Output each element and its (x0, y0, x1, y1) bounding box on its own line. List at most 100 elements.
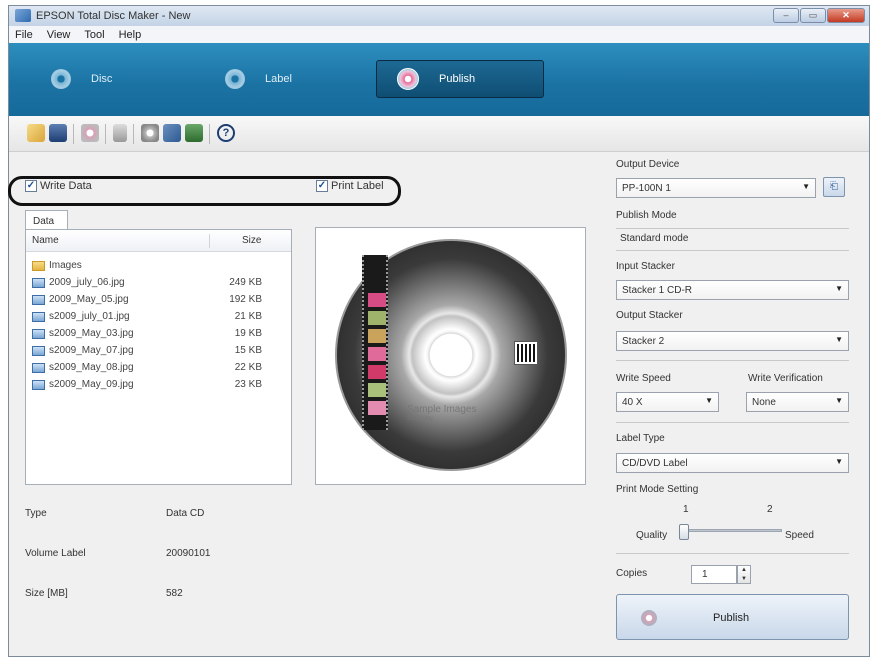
publish-disc-icon[interactable] (81, 124, 99, 142)
device-settings-icon[interactable]: ⎗ (823, 177, 845, 197)
image-file-icon (32, 346, 45, 356)
size-value: 582 (166, 588, 183, 599)
mode-label-button[interactable]: Label (205, 60, 365, 98)
write-speed-label: Write Speed (616, 373, 671, 384)
print-mode-label: Print Mode Setting (616, 484, 699, 495)
volume-label-value: 20090101 (166, 548, 211, 559)
copies-spinner[interactable]: ▲ ▼ (737, 565, 751, 584)
publish-mode-label: Publish Mode (616, 210, 677, 221)
file-size: 23 KB (234, 379, 262, 390)
image-file-icon (32, 295, 45, 305)
open-icon[interactable] (27, 124, 45, 142)
type-label: Type (25, 508, 47, 519)
app-icon (15, 9, 31, 22)
write-speed-select[interactable]: 40 X ▼ (616, 392, 719, 412)
output-device-select[interactable]: PP-100N 1 ▼ (616, 178, 816, 198)
output-stacker-value: Stacker 2 (622, 336, 665, 347)
file-size: 22 KB (234, 362, 262, 373)
size-label: Size [MB] (25, 588, 68, 599)
folder-row[interactable]: Images (32, 259, 287, 275)
minimize-button[interactable]: – (773, 8, 799, 23)
publish-button-label: Publish (713, 612, 750, 624)
disc-subtitle-text: 2009 May (407, 416, 434, 422)
output-device-label: Output Device (616, 159, 680, 170)
save-icon[interactable] (49, 124, 67, 142)
file-row[interactable]: 2009_May_05.jpg 192 KB (32, 293, 287, 309)
disc-status-icon[interactable] (141, 124, 159, 142)
file-row[interactable]: s2009_May_08.jpg 22 KB (32, 361, 287, 377)
output-device-value: PP-100N 1 (622, 183, 671, 194)
column-name[interactable]: Name (32, 235, 59, 246)
file-name: s2009_May_03.jpg (49, 328, 134, 339)
print-mode-tick-1: 1 (683, 504, 689, 515)
settings-tool-icon[interactable] (113, 124, 127, 142)
input-stacker-label: Input Stacker (616, 261, 675, 272)
menu-help[interactable]: Help (119, 29, 142, 41)
image-file-icon (32, 278, 45, 288)
close-button[interactable]: ✕ (827, 8, 865, 23)
output-stacker-select[interactable]: Stacker 2 ▼ (616, 331, 849, 351)
file-row[interactable]: s2009_May_07.jpg 15 KB (32, 344, 287, 360)
write-verification-select[interactable]: None ▼ (746, 392, 849, 412)
publish-icon (397, 68, 419, 90)
mode-disc-button[interactable]: Disc (31, 60, 191, 98)
printer-icon[interactable] (163, 124, 181, 142)
copies-input[interactable]: 1 (691, 565, 737, 584)
mode-bar: Disc Label Publish (9, 43, 869, 116)
image-file-icon (32, 312, 45, 322)
help-icon[interactable]: ? (217, 124, 235, 142)
menu-view[interactable]: View (47, 29, 71, 41)
write-data-checkbox[interactable]: ✓ (25, 180, 37, 192)
title-bar: EPSON Total Disc Maker - New – ▭ ✕ (9, 6, 869, 26)
print-mode-tick-2: 2 (767, 504, 773, 515)
write-speed-value: 40 X (622, 397, 643, 408)
image-file-icon (32, 329, 45, 339)
window-title: EPSON Total Disc Maker - New (36, 10, 191, 22)
print-mode-slider-thumb[interactable] (679, 524, 689, 540)
image-file-icon (32, 363, 45, 373)
folder-icon (32, 261, 45, 271)
file-name: s2009_May_08.jpg (49, 362, 134, 373)
filmstrip-image (362, 255, 388, 430)
file-name: 2009_july_06.jpg (49, 277, 125, 288)
column-size[interactable]: Size (242, 235, 261, 246)
label-icon (225, 69, 245, 89)
file-row[interactable]: s2009_july_01.jpg 21 KB (32, 310, 287, 326)
mode-publish-button[interactable]: Publish (376, 60, 544, 98)
label-type-value: CD/DVD Label (622, 458, 688, 469)
input-stacker-value: Stacker 1 CD-R (622, 285, 693, 296)
image-file-icon (32, 380, 45, 390)
input-stacker-select[interactable]: Stacker 1 CD-R ▼ (616, 280, 849, 300)
mode-publish-label: Publish (439, 73, 476, 85)
print-label-checkbox[interactable]: ✓ (316, 180, 328, 192)
menu-file[interactable]: File (15, 29, 33, 41)
file-size: 249 KB (229, 277, 262, 288)
speed-label: Speed (785, 530, 814, 541)
mode-disc-label: Disc (91, 73, 113, 85)
file-name: s2009_May_09.jpg (49, 379, 134, 390)
publish-button-icon (641, 610, 657, 626)
menu-tool[interactable]: Tool (84, 29, 104, 41)
print-label-label: Print Label (331, 180, 384, 192)
label-type-select[interactable]: CD/DVD Label ▼ (616, 453, 849, 473)
quality-label: Quality (636, 530, 668, 541)
file-row[interactable]: 2009_july_06.jpg 249 KB (32, 276, 287, 292)
write-verification-value: None (752, 397, 776, 408)
tab-data[interactable]: Data (25, 210, 68, 230)
file-list-header: Name Size (26, 230, 291, 252)
monitor-icon[interactable] (185, 124, 203, 142)
write-verification-label: Write Verification (748, 373, 823, 384)
file-row[interactable]: s2009_May_03.jpg 19 KB (32, 327, 287, 343)
print-mode-slider-track[interactable] (687, 529, 782, 532)
maximize-button[interactable]: ▭ (800, 8, 826, 23)
publish-button[interactable]: Publish (616, 594, 849, 640)
file-name: s2009_july_01.jpg (49, 311, 130, 322)
qr-code-image (514, 341, 538, 365)
file-size: 192 KB (229, 294, 262, 305)
write-data-label: Write Data (40, 180, 92, 192)
file-row[interactable]: s2009_May_09.jpg 23 KB (32, 378, 287, 394)
output-stacker-label: Output Stacker (616, 310, 683, 321)
file-size: 21 KB (234, 311, 262, 322)
file-size: 15 KB (234, 345, 262, 356)
file-name: Images (49, 260, 82, 271)
